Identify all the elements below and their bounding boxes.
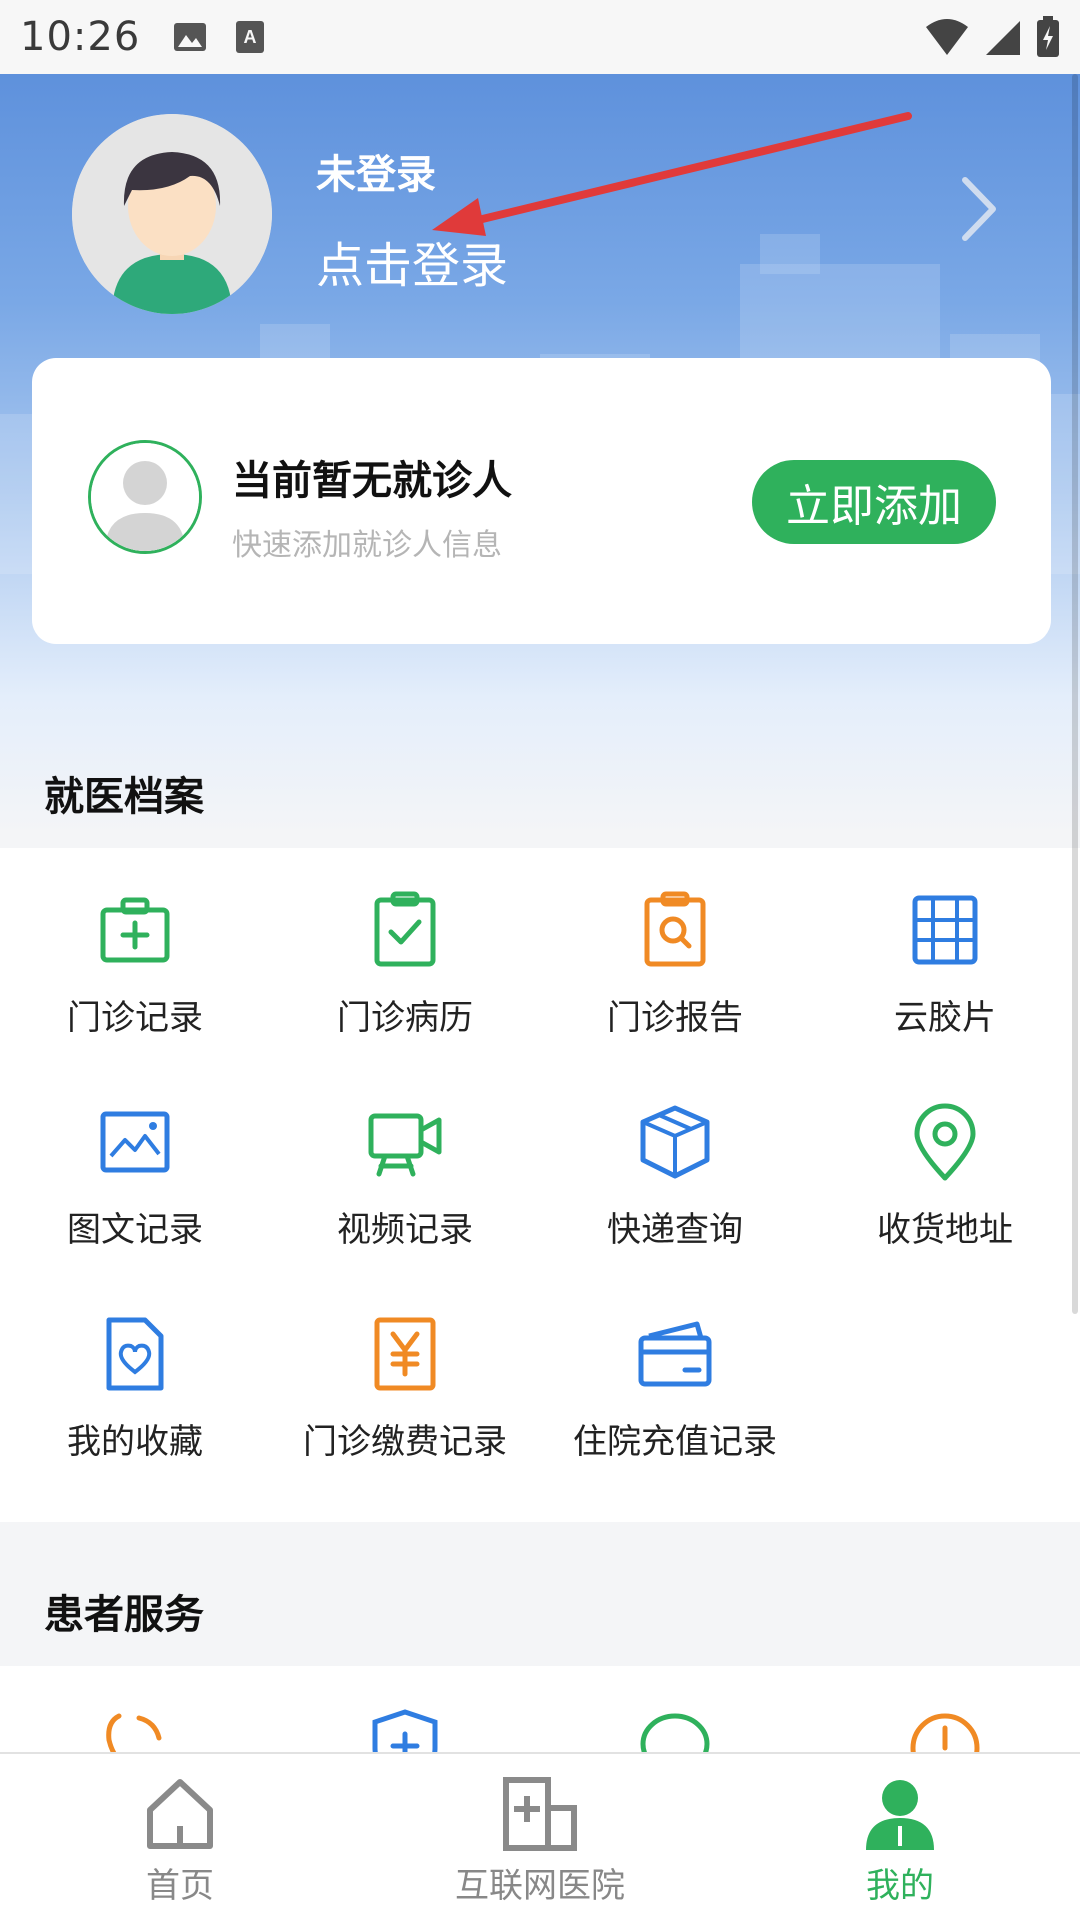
heart-doc-icon (106, 1317, 164, 1391)
user-avatar[interactable] (72, 114, 272, 314)
nav-tab-label: 我的 (866, 1866, 934, 1906)
services-grid (0, 1666, 1080, 1752)
svg-text:A: A (244, 27, 257, 47)
my-profile-screen: 10:26 A 未登录 点击登录 当前暂无就诊人 快速添加就诊人信息 立即添加 … (0, 0, 1080, 1920)
record-item-cloud-film[interactable]: 云胶片 (810, 848, 1080, 1048)
nav-tab-home[interactable]: 首页 (30, 1754, 330, 1920)
record-item-my-favorites[interactable]: 我的收藏 (0, 1272, 270, 1472)
patient-card-subtitle: 快速添加就诊人信息 (232, 528, 502, 563)
record-item-text-image-records[interactable]: 图文记录 (0, 1060, 270, 1260)
clipboard-search-icon (644, 891, 706, 967)
status-bar: 10:26 A (0, 0, 1080, 74)
record-item-shipping-address[interactable]: 收货地址 (810, 1060, 1080, 1260)
signal-icon (986, 21, 1020, 55)
nav-tab-internet-hospital[interactable]: 互联网医院 (390, 1754, 690, 1920)
wifi-icon (926, 19, 968, 55)
video-icon (368, 1113, 442, 1177)
patient-card: 当前暂无就诊人 快速添加就诊人信息 立即添加 (32, 358, 1051, 644)
medical-kit-icon (100, 897, 170, 963)
patient-card-title: 当前暂无就诊人 (232, 458, 512, 504)
login-status-text: 未登录 (316, 152, 436, 198)
record-item-label: 图文记录 (67, 1210, 203, 1250)
nav-tab-label: 首页 (146, 1866, 214, 1906)
image-icon (100, 1111, 170, 1173)
records-grid: 门诊记录 门诊病历 门诊报告 云胶片 图文记录 视频记录 快递查询 收货地址 我… (0, 848, 1080, 1522)
record-item-express-tracking[interactable]: 快递查询 (540, 1060, 810, 1260)
record-item-label: 门诊病历 (337, 998, 473, 1038)
status-time: 10:26 (20, 14, 141, 60)
record-item-label: 门诊缴费记录 (303, 1422, 507, 1462)
shield-plus-icon[interactable] (365, 1708, 445, 1752)
phone-icon[interactable] (95, 1708, 175, 1752)
yen-receipt-icon (374, 1317, 436, 1391)
film-icon (912, 895, 978, 965)
chat-icon[interactable] (635, 1708, 715, 1752)
default-user-avatar-icon (72, 114, 272, 314)
record-item-label: 住院充值记录 (573, 1422, 777, 1462)
record-item-label: 云胶片 (894, 998, 996, 1038)
record-item-label: 快递查询 (607, 1210, 743, 1250)
nav-tab-label: 互联网医院 (455, 1866, 625, 1906)
home-icon (147, 1779, 213, 1849)
clock-icon[interactable] (905, 1708, 985, 1752)
chevron-right-icon[interactable] (955, 174, 1005, 244)
records-section-title: 就医档案 (44, 774, 204, 820)
user-icon (866, 1780, 934, 1850)
location-pin-icon (914, 1103, 976, 1181)
record-item-outpatient-payment-records[interactable]: 门诊缴费记录 (270, 1272, 540, 1472)
record-item-outpatient-report[interactable]: 门诊报告 (540, 848, 810, 1048)
card-icon (638, 1321, 712, 1387)
record-item-label: 收货地址 (877, 1210, 1013, 1250)
record-item-video-records[interactable]: 视频记录 (270, 1060, 540, 1260)
text-notification-icon: A (236, 21, 265, 53)
patient-avatar (88, 440, 202, 554)
record-item-outpatient-history[interactable]: 门诊病历 (270, 848, 540, 1048)
hospital-icon (503, 1777, 577, 1851)
record-item-label: 门诊报告 (607, 998, 743, 1038)
services-section-title: 患者服务 (44, 1592, 204, 1638)
record-item-outpatient-records[interactable]: 门诊记录 (0, 848, 270, 1048)
record-item-label: 我的收藏 (67, 1422, 203, 1462)
battery-icon (1037, 16, 1059, 57)
package-icon (640, 1105, 710, 1179)
record-item-label: 视频记录 (337, 1210, 473, 1250)
bottom-navigation: 首页 互联网医院 我的 (0, 1752, 1080, 1920)
add-patient-button[interactable]: 立即添加 (752, 460, 996, 544)
person-placeholder-icon (91, 443, 199, 551)
tap-to-login-link[interactable]: 点击登录 (316, 226, 508, 296)
nav-tab-mine[interactable]: 我的 (750, 1754, 1050, 1920)
scrollbar[interactable] (1072, 74, 1078, 1314)
record-item-inpatient-recharge-records[interactable]: 住院充值记录 (540, 1272, 810, 1472)
gallery-notification-icon (174, 23, 207, 51)
clipboard-check-icon (374, 891, 436, 967)
record-item-label: 门诊记录 (67, 998, 203, 1038)
